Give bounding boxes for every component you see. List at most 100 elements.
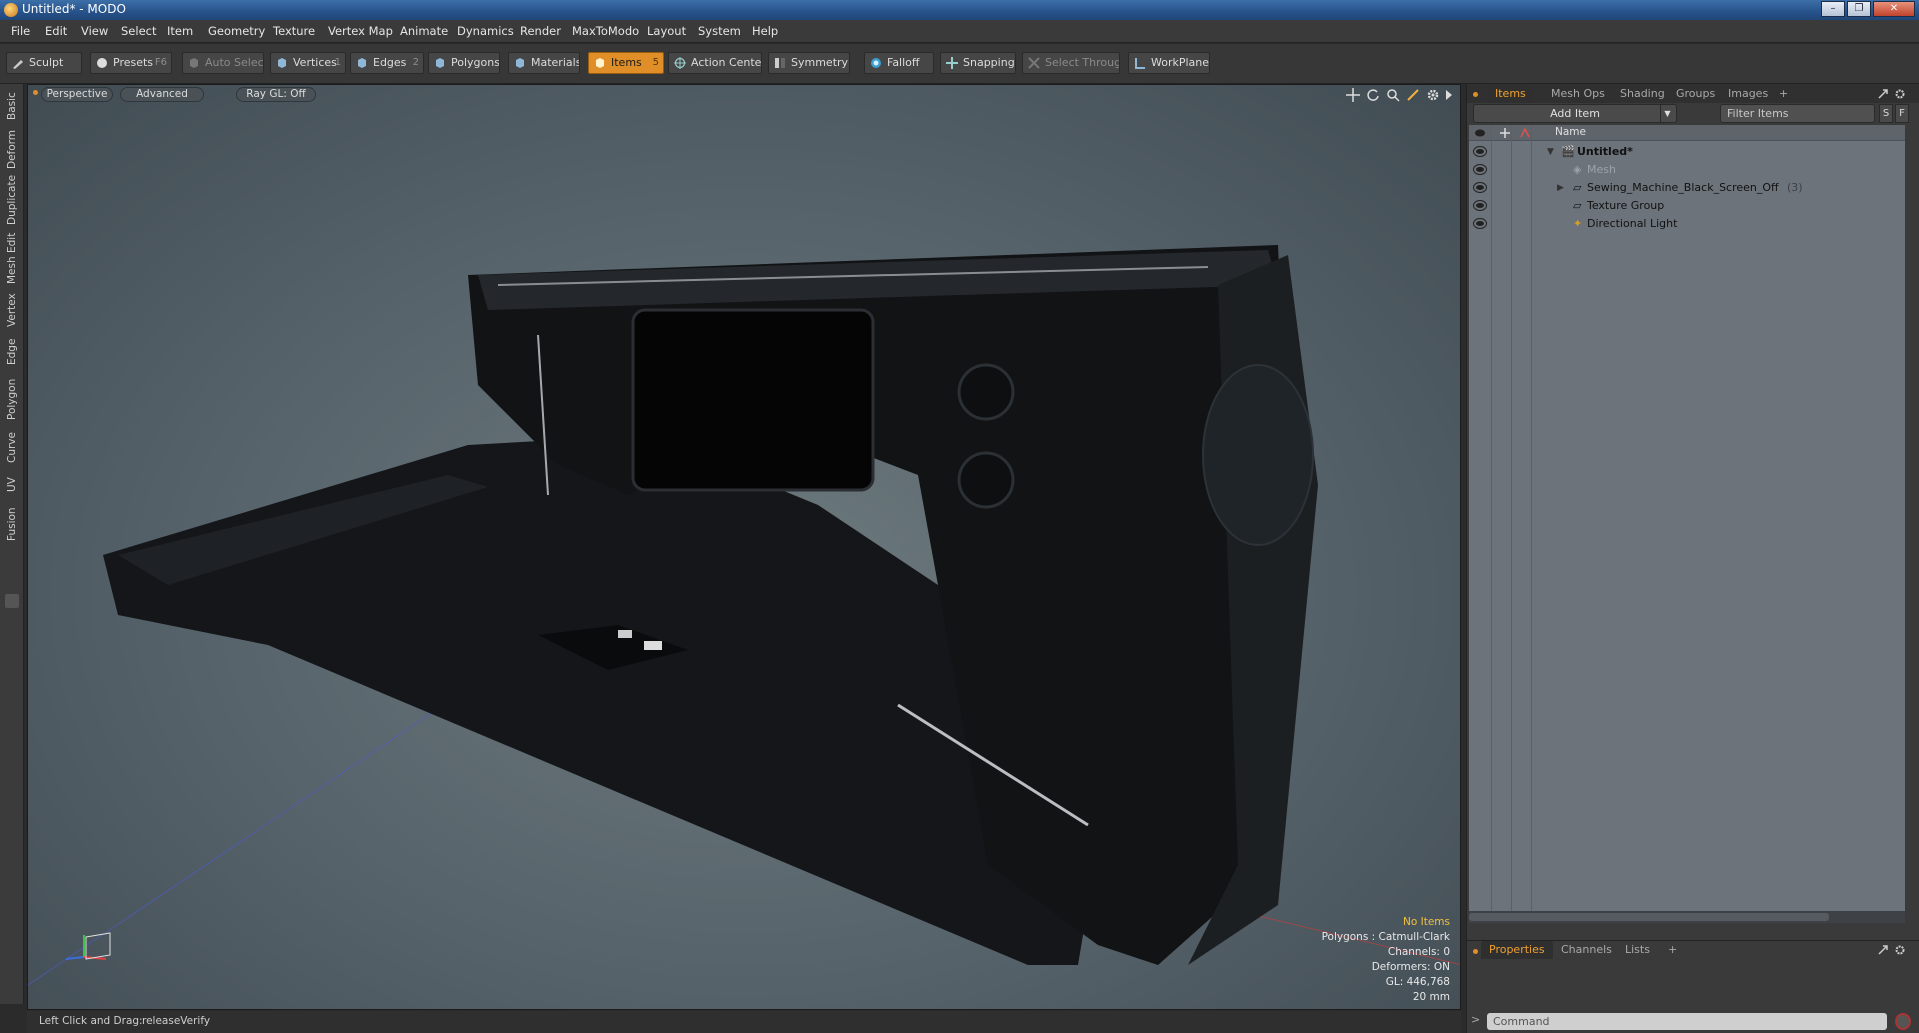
horizontal-scrollbar[interactable] (1469, 911, 1905, 923)
material-icon (516, 58, 524, 68)
item-row-scene[interactable]: ▼ 🎬 Untitled* (1469, 143, 1905, 161)
menu-render[interactable]: Render (520, 24, 561, 38)
tab-images[interactable]: Images (1720, 85, 1776, 103)
workplane-button[interactable]: WorkPlane (1128, 52, 1210, 74)
action-center-button[interactable]: Action Center (668, 52, 762, 74)
menu-view[interactable]: View (81, 24, 108, 38)
menu-geometry[interactable]: Geometry (208, 24, 265, 38)
tab-lists[interactable]: Lists (1617, 941, 1658, 959)
visibility-toggle-icon[interactable] (1474, 219, 1486, 228)
status-action: releaseVerify (142, 1015, 211, 1027)
auto-select-label: Auto Select (205, 56, 264, 69)
menu-help[interactable]: Help (752, 24, 778, 38)
visibility-toggle-icon[interactable] (1474, 165, 1486, 174)
auto-select-button[interactable]: Auto Select (182, 52, 264, 74)
collapse-arrow-icon[interactable]: ▼ (1547, 143, 1554, 161)
symmetry-button[interactable]: Symmetry (768, 52, 850, 74)
tab-mesh-edit[interactable]: Mesh Edit (3, 230, 21, 286)
expand-icon[interactable] (1877, 944, 1889, 956)
polygons-button[interactable]: Polygons (428, 52, 500, 74)
expand-arrow-icon[interactable]: ▶ (1557, 179, 1564, 197)
light-icon: ✦ (1573, 217, 1583, 230)
materials-button[interactable]: Materials (508, 52, 580, 74)
visibility-toggle-icon[interactable] (1474, 201, 1486, 210)
vertices-button[interactable]: Vertices 1 (270, 52, 346, 74)
menu-select[interactable]: Select (121, 24, 156, 38)
tab-basic[interactable]: Basic (3, 88, 21, 124)
menu-dynamics[interactable]: Dynamics (457, 24, 514, 38)
select-through-button[interactable]: Select Through (1022, 52, 1120, 74)
visibility-column-icon (1475, 129, 1485, 137)
add-item-dropdown[interactable]: Add Item ▼ (1473, 104, 1677, 123)
menu-item[interactable]: Item (167, 24, 193, 38)
tab-channels[interactable]: Channels (1553, 941, 1620, 959)
panel-menu-dot[interactable] (1473, 92, 1478, 97)
item-row-directional-light[interactable]: ✦ Directional Light (1469, 215, 1905, 233)
strip-toggle-button[interactable] (5, 594, 19, 608)
status-hint: Left Click and Drag: (39, 1015, 143, 1027)
properties-menu-dot[interactable] (1473, 949, 1478, 954)
record-icon[interactable] (1895, 1013, 1911, 1030)
item-name: Mesh (1587, 163, 1616, 176)
menu-layout[interactable]: Layout (647, 24, 686, 38)
menu-bar: File Edit View Select Item Geometry Text… (0, 20, 1919, 43)
item-row-mesh[interactable]: ◈ Mesh (1469, 161, 1905, 179)
items-button[interactable]: Items 5 (588, 52, 664, 74)
tab-fusion[interactable]: Fusion (3, 502, 21, 546)
status-bar: Left Click and Drag: releaseVerify (27, 1011, 1461, 1033)
tab-duplicate[interactable]: Duplicate (3, 174, 21, 226)
menu-maxtomodo[interactable]: MaxToModo (572, 24, 639, 38)
filter-s-button[interactable]: S (1879, 104, 1893, 123)
add-item-label: Add Item (1550, 107, 1600, 120)
falloff-button[interactable]: Falloff (864, 52, 934, 74)
add-tab-button[interactable]: + (1771, 85, 1796, 103)
menu-texture[interactable]: Texture (273, 24, 315, 38)
maximize-button[interactable]: ❐ (1847, 1, 1871, 17)
expand-icon[interactable] (1877, 88, 1889, 100)
item-name: Texture Group (1587, 199, 1665, 212)
scrollbar-thumb[interactable] (1469, 913, 1829, 921)
presets-icon (97, 58, 107, 68)
tab-polygon[interactable]: Polygon (3, 374, 21, 424)
minimize-button[interactable]: – (1821, 1, 1845, 17)
tab-deform[interactable]: Deform (3, 128, 21, 170)
command-input[interactable]: Command (1487, 1013, 1887, 1030)
command-prompt-icon: > (1471, 1013, 1481, 1026)
tool-tabs-strip: Basic Deform Duplicate Mesh Edit Vertex … (0, 84, 24, 1004)
panel-gear-icon[interactable] (1894, 88, 1906, 100)
menu-system[interactable]: System (698, 24, 741, 38)
item-name: Untitled* (1577, 145, 1633, 158)
close-button[interactable]: ✕ (1873, 1, 1915, 17)
tab-edge[interactable]: Edge (3, 334, 21, 370)
tab-shading[interactable]: Shading (1612, 85, 1673, 103)
filter-f-button[interactable]: F (1895, 104, 1909, 123)
visibility-toggle-icon[interactable] (1474, 147, 1486, 156)
item-row-texture-group[interactable]: ▱ Texture Group (1469, 197, 1905, 215)
edges-button[interactable]: Edges 2 (350, 52, 424, 74)
tab-uv[interactable]: UV (3, 472, 21, 498)
3d-viewport[interactable]: Perspective Advanced Ray GL: Off No Item… (27, 84, 1461, 1010)
item-row-sewing-machine[interactable]: ▶ ▱ Sewing_Machine_Black_Screen_Off (3) (1469, 179, 1905, 197)
tab-groups[interactable]: Groups (1668, 85, 1723, 103)
tab-vertex[interactable]: Vertex (3, 290, 21, 330)
tab-properties[interactable]: Properties (1481, 941, 1553, 959)
viewport-info-overlay: No Items Polygons : Catmull-Clark Channe… (1322, 915, 1450, 1005)
snapping-button[interactable]: Snapping (940, 52, 1016, 74)
tab-curve[interactable]: Curve (3, 428, 21, 468)
tab-mesh-ops[interactable]: Mesh Ops (1543, 85, 1613, 103)
menu-edit[interactable]: Edit (45, 24, 67, 38)
edges-label: Edges (373, 56, 407, 69)
presets-button[interactable]: Presets F6 (90, 52, 172, 74)
sculpt-button[interactable]: Sculpt (6, 52, 82, 74)
filter-items-input[interactable]: Filter Items (1720, 104, 1875, 123)
edge-icon (358, 58, 366, 68)
menu-file[interactable]: File (11, 24, 30, 38)
add-tab-button[interactable]: + (1660, 941, 1685, 959)
items-shortcut: 5 (652, 57, 659, 68)
panel-gear-icon[interactable] (1894, 944, 1906, 956)
name-column-header[interactable]: Name (1555, 126, 1586, 138)
menu-animate[interactable]: Animate (400, 24, 448, 38)
menu-vertex-map[interactable]: Vertex Map (328, 24, 393, 38)
tab-items[interactable]: Items (1487, 85, 1534, 103)
visibility-toggle-icon[interactable] (1474, 183, 1486, 192)
